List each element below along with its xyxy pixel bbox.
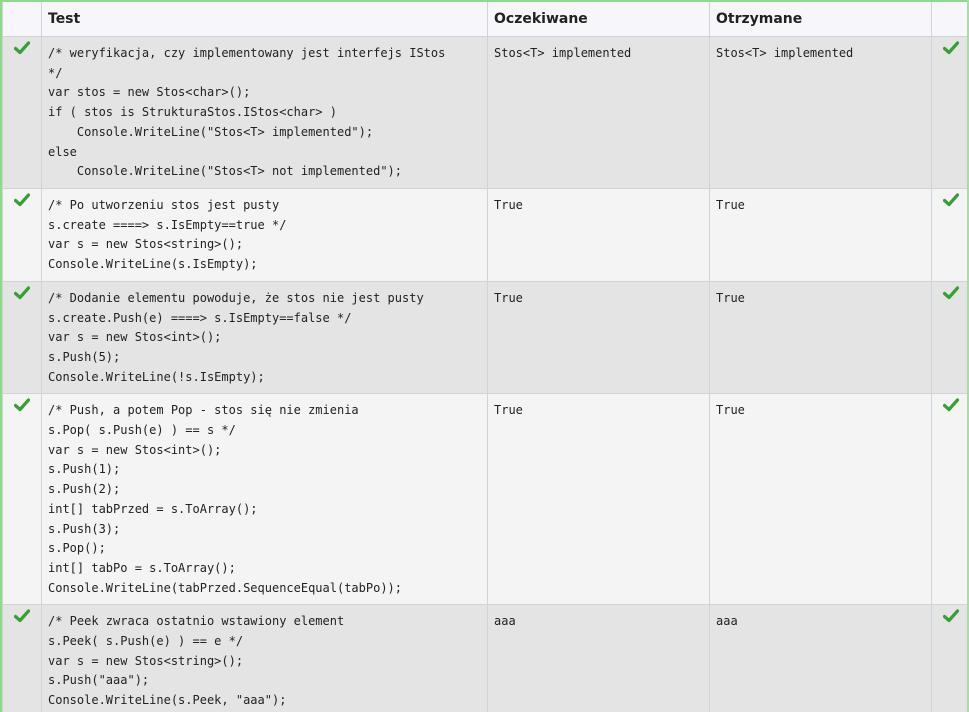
expected-output: aaa — [494, 614, 516, 629]
table-row: /* Dodanie elementu powoduje, że stos ni… — [2, 280, 967, 395]
expected-output: True — [494, 403, 523, 418]
header-test: Test — [41, 2, 488, 37]
status-cell — [2, 280, 42, 395]
expected-cell: True — [487, 393, 710, 606]
got-output: True — [716, 198, 745, 212]
expected-output: Stos<T> implemented — [494, 46, 632, 60]
got-cell: True — [709, 188, 932, 282]
test-code-cell: /* Dodanie elementu powoduje, że stos ni… — [41, 280, 488, 395]
table-row: /* Po utworzeniu stos jest pusty s.creat… — [2, 188, 967, 282]
expected-cell: True — [487, 280, 710, 395]
got-cell: Stos<T> implemented — [709, 36, 932, 189]
check-icon — [942, 286, 959, 299]
test-code: /* Po utworzeniu stos jest pusty s.creat… — [48, 198, 287, 272]
table-row: /* Push, a potem Pop - stos się nie zmie… — [2, 393, 967, 606]
got-cell: True — [709, 280, 932, 395]
table-row: /* weryfikacja, czy implementowany jest … — [2, 36, 967, 189]
got-output: True — [716, 290, 745, 305]
test-results-table: Test Oczekiwane Otrzymane /* weryfikacja… — [2, 2, 967, 712]
test-code: /* weryfikacja, czy implementowany jest … — [48, 46, 446, 179]
header-got: Otrzymane — [709, 2, 932, 37]
test-code-cell: /* Po utworzeniu stos jest pusty s.creat… — [41, 188, 488, 282]
got-output: Stos<T> implemented — [716, 46, 854, 60]
check-icon — [942, 41, 959, 55]
test-code: /* Peek zwraca ostatnio wstawiony elemen… — [48, 614, 345, 708]
check-icon — [14, 609, 30, 623]
header-status — [2, 2, 42, 37]
expected-cell: aaa — [487, 604, 710, 712]
expected-output: True — [494, 198, 523, 212]
result-cell — [931, 188, 967, 282]
check-icon — [942, 398, 959, 412]
check-icon — [942, 193, 959, 207]
got-output: aaa — [716, 614, 738, 629]
expected-cell: True — [487, 188, 710, 282]
result-cell — [931, 36, 967, 189]
test-code-cell: /* weryfikacja, czy implementowany jest … — [41, 36, 488, 189]
test-code-cell: /* Peek zwraca ostatnio wstawiony elemen… — [41, 604, 488, 712]
header-result — [931, 2, 967, 37]
expected-output: True — [494, 290, 523, 305]
result-cell — [931, 280, 967, 395]
status-cell — [2, 393, 42, 606]
check-icon — [942, 609, 959, 623]
status-cell — [2, 604, 42, 712]
status-cell — [2, 36, 42, 189]
got-cell: True — [709, 393, 932, 606]
status-cell — [2, 188, 42, 282]
check-icon — [14, 41, 30, 55]
test-code: /* Dodanie elementu powoduje, że stos ni… — [48, 290, 424, 384]
check-icon — [14, 286, 30, 299]
test-code-cell: /* Push, a potem Pop - stos się nie zmie… — [41, 393, 488, 606]
header-expected: Oczekiwane — [487, 2, 710, 37]
result-cell — [931, 393, 967, 606]
got-output: True — [716, 403, 745, 418]
got-cell: aaa — [709, 604, 932, 712]
check-icon — [14, 193, 30, 207]
result-cell — [931, 604, 967, 712]
table-row: /* Peek zwraca ostatnio wstawiony elemen… — [2, 604, 967, 712]
results-frame: Test Oczekiwane Otrzymane /* weryfikacja… — [0, 0, 967, 712]
header-row: Test Oczekiwane Otrzymane — [2, 2, 967, 37]
expected-cell: Stos<T> implemented — [487, 36, 710, 189]
check-icon — [14, 398, 30, 412]
test-code: /* Push, a potem Pop - stos się nie zmie… — [48, 403, 403, 595]
